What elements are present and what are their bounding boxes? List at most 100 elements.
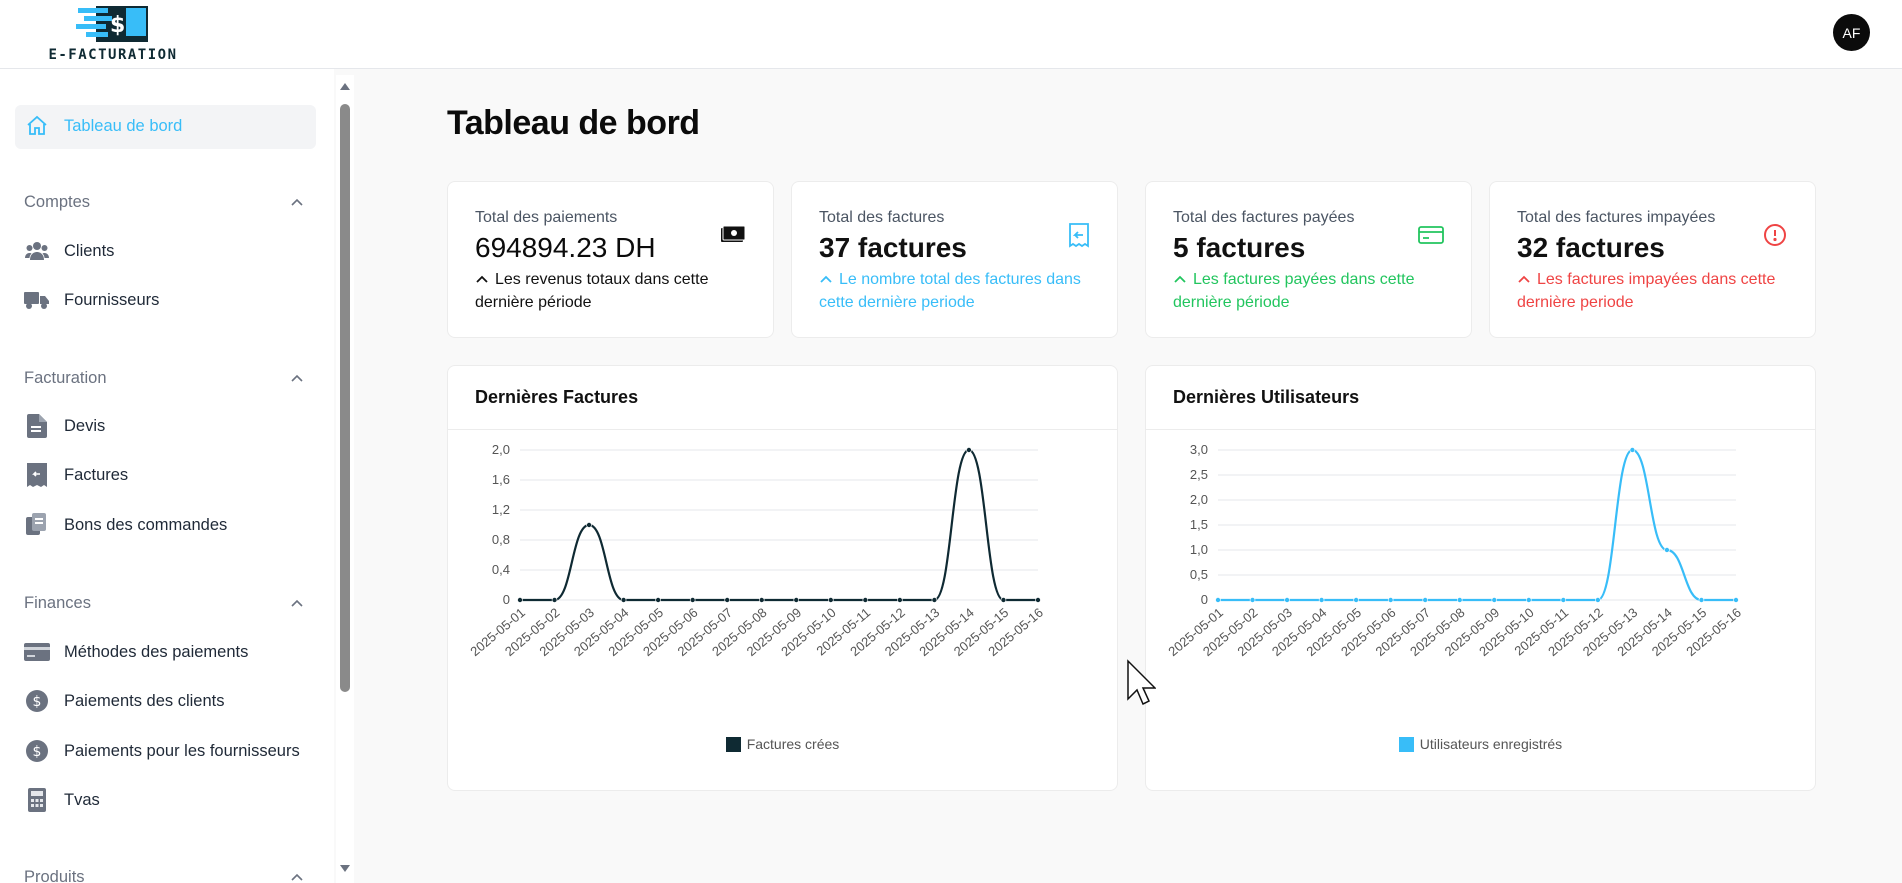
stat-value: 5 factures xyxy=(1173,232,1306,263)
data-point xyxy=(1353,597,1359,603)
sidebar-item-label: Méthodes des paiements xyxy=(64,642,249,661)
calculator-icon xyxy=(24,787,50,813)
receipt-icon xyxy=(24,462,50,488)
data-point xyxy=(1698,597,1705,603)
sidebar-item-label: Devis xyxy=(64,416,106,435)
stat-card-factures-payees: Total des factures payées 5 factures Les… xyxy=(1145,181,1472,338)
y-tick-label: 2,0 xyxy=(1190,492,1208,507)
stat-value: 37 factures xyxy=(819,232,967,263)
y-tick-label: 0 xyxy=(503,592,510,607)
section-comptes[interactable]: Comptes xyxy=(24,193,304,217)
sidebar-item-methodes-paiements[interactable]: Méthodes des paiements xyxy=(24,637,248,667)
data-point xyxy=(1215,597,1221,603)
receipt-icon xyxy=(1069,223,1089,248)
sidebar-item-devis[interactable]: Devis xyxy=(24,411,105,441)
y-tick-label: 2,5 xyxy=(1190,467,1208,482)
stat-label: Total des factures payées xyxy=(1173,209,1355,226)
data-point xyxy=(966,447,972,453)
sidebar-item-tvas[interactable]: Tvas xyxy=(24,785,100,815)
section-finances[interactable]: Finances xyxy=(24,594,304,618)
alert-circle-icon xyxy=(1764,224,1786,246)
data-point xyxy=(1525,597,1532,603)
dollar-icon: $ xyxy=(24,688,50,714)
utilisateurs-line-chart: 00,51,01,52,02,53,02025-05-012025-05-022… xyxy=(1165,442,1744,659)
chevron-up-icon xyxy=(820,275,832,283)
data-point xyxy=(689,597,696,603)
legend-swatch xyxy=(725,736,741,752)
factures-line-chart: 00,40,81,21,62,02025-05-012025-05-022025… xyxy=(467,442,1046,659)
sidebar-item-paiements-clients[interactable]: $ Paiements des clients xyxy=(24,686,225,716)
top-bar: $ E-FACTURATION AF xyxy=(0,0,1902,69)
chevron-up-icon xyxy=(291,873,303,881)
data-point xyxy=(897,597,903,603)
y-tick-label: 0 xyxy=(1201,592,1208,607)
sidebar-item-label: Clients xyxy=(64,241,115,260)
chart-legend[interactable]: Factures crées xyxy=(448,736,1117,752)
y-tick-label: 1,2 xyxy=(492,502,510,517)
chevron-up-icon xyxy=(1518,275,1530,283)
y-tick-label: 0,5 xyxy=(1190,567,1208,582)
data-point xyxy=(1629,447,1636,453)
data-point xyxy=(517,597,523,603)
svg-text:$: $ xyxy=(33,694,42,710)
sidebar-item-dashboard[interactable]: Tableau de bord xyxy=(24,111,182,141)
data-point xyxy=(931,597,938,603)
sidebar-item-label: Tvas xyxy=(64,790,100,809)
dollar-icon: $ xyxy=(24,738,50,764)
data-point xyxy=(586,522,592,528)
data-point xyxy=(551,597,558,603)
y-tick-label: 2,0 xyxy=(492,442,510,457)
mouse-cursor-icon xyxy=(1127,659,1156,706)
stat-description: Le nombre total des factures dans cette … xyxy=(819,268,1089,314)
stat-description-text: Les factures payées dans cette dernière … xyxy=(1173,271,1415,311)
stat-label: Total des paiements xyxy=(475,209,618,226)
chevron-up-icon xyxy=(476,275,488,283)
chevron-up-icon xyxy=(1174,275,1186,283)
sidebar-item-clients[interactable]: Clients xyxy=(24,236,114,266)
stat-card-factures-impayees: Total des factures impayées 32 factures … xyxy=(1489,181,1816,338)
data-point xyxy=(862,597,869,603)
user-avatar[interactable]: AF xyxy=(1833,14,1870,51)
sidebar-item-label: Tableau de bord xyxy=(64,116,183,135)
stat-description-text: Les revenus totaux dans cette dernière p… xyxy=(475,271,709,311)
chart-legend[interactable]: Utilisateurs enregistrés xyxy=(1146,736,1815,752)
stat-description-text: Les factures impayées dans cette dernièr… xyxy=(1517,271,1776,311)
data-point xyxy=(620,597,627,603)
y-tick-label: 0,4 xyxy=(492,562,510,577)
data-point xyxy=(1387,597,1394,603)
chart-title: Dernières Utilisateurs xyxy=(1173,387,1360,407)
section-produits[interactable]: Produits xyxy=(24,868,304,883)
data-point xyxy=(1560,597,1567,603)
scroll-up-arrow-icon[interactable] xyxy=(338,80,352,92)
stat-label: Total des factures xyxy=(819,209,945,226)
sidebar-item-paiements-fournisseurs[interactable]: $ Paiements pour les fournisseurs xyxy=(24,736,300,766)
section-title: Facturation xyxy=(24,369,107,387)
sidebar-item-bons-commandes[interactable]: Bons des commandes xyxy=(24,510,227,540)
legend-swatch xyxy=(1398,736,1414,752)
sidebar-item-factures[interactable]: Factures xyxy=(24,460,128,490)
app-logo[interactable]: $ E-FACTURATION xyxy=(38,2,188,64)
data-point xyxy=(1456,597,1463,603)
section-title: Finances xyxy=(24,594,91,612)
app-name: E-FACTURATION xyxy=(48,47,178,63)
data-point xyxy=(1733,597,1739,603)
sidebar-item-fournisseurs[interactable]: Fournisseurs xyxy=(24,285,159,315)
stat-description: Les revenus totaux dans cette dernière p… xyxy=(475,268,745,314)
y-tick-label: 0,8 xyxy=(492,532,510,547)
scroll-down-arrow-icon[interactable] xyxy=(338,863,352,875)
chevron-up-icon xyxy=(291,198,303,206)
legend-label: Factures crées xyxy=(746,736,840,752)
y-tick-label: 3,0 xyxy=(1190,442,1208,457)
sidebar-scroll-thumb[interactable] xyxy=(340,104,350,692)
data-point xyxy=(1318,597,1325,603)
home-icon xyxy=(24,113,50,139)
sidebar: Tableau de bord Comptes Clients Fourniss… xyxy=(0,69,334,883)
section-facturation[interactable]: Facturation xyxy=(24,369,304,393)
credit-card-icon xyxy=(1418,226,1444,244)
stat-value: 694894.23 DH xyxy=(475,232,656,263)
svg-text:$: $ xyxy=(110,13,125,38)
y-tick-label: 1,5 xyxy=(1190,517,1208,532)
legend-label: Utilisateurs enregistrés xyxy=(1419,736,1563,752)
data-point xyxy=(1284,597,1290,603)
sidebar-item-label: Paiements pour les fournisseurs xyxy=(64,741,300,760)
